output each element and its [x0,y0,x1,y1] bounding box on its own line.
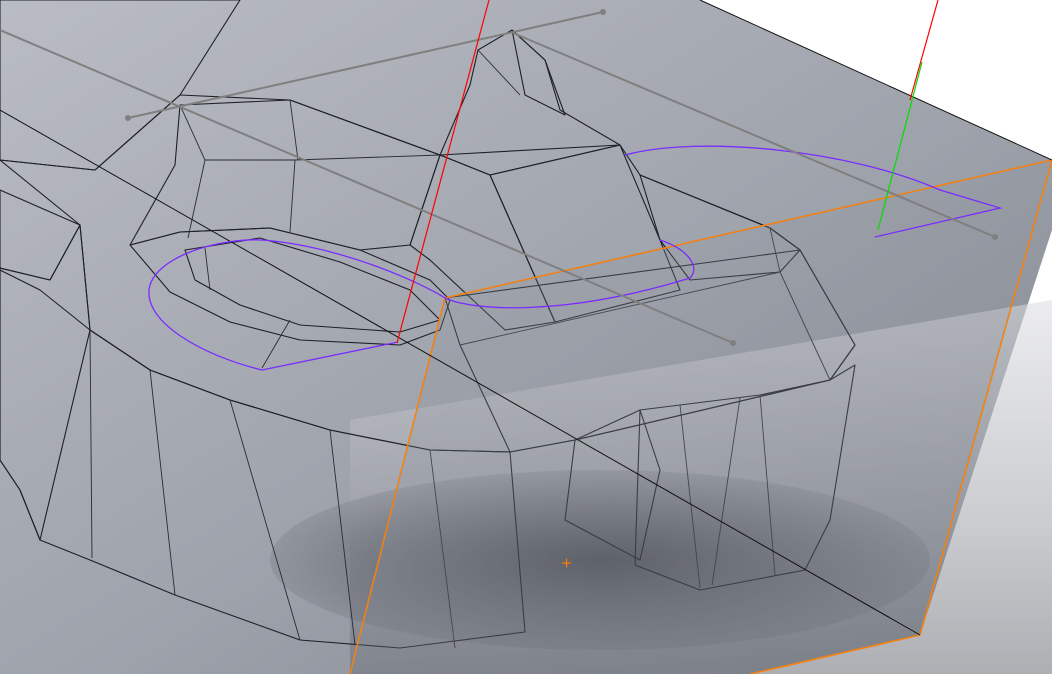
construction-point-1[interactable] [125,115,131,121]
construction-point-4[interactable] [992,234,998,240]
3d-scene[interactable] [0,0,1052,674]
graphics-viewport[interactable] [0,0,1052,674]
construction-point-2[interactable] [600,9,606,15]
construction-point-3[interactable] [730,340,736,346]
